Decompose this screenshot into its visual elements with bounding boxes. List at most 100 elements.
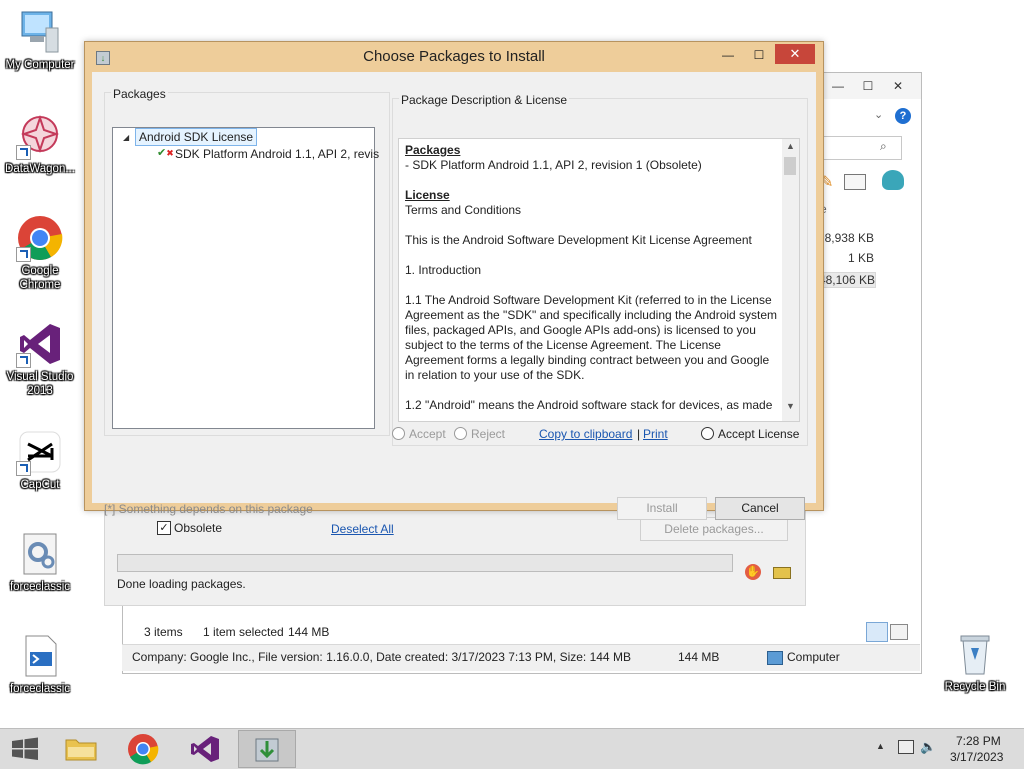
obsolete-checkbox[interactable]: ✓ <box>157 521 171 535</box>
copy-to-clipboard-link[interactable]: Copy to clipboard <box>539 427 632 441</box>
dependency-footnote: [*] Something depends on this package <box>104 502 313 516</box>
folder-icon <box>65 739 97 761</box>
link-separator: | <box>637 427 641 441</box>
deselect-all-link[interactable]: Deselect All <box>331 522 394 536</box>
packages-tree[interactable]: ◢ Android SDK License ✔✖ SDK Platform An… <box>112 127 379 429</box>
obsolete-label: Obsolete <box>174 521 223 535</box>
packages-label: Packages <box>111 87 168 101</box>
desktop-icon-label: Visual Studio 2013 <box>6 371 74 397</box>
clock-date[interactable]: 3/17/2023 <box>950 750 1003 764</box>
license-text-area[interactable]: Packages - SDK Platform Android 1.1, API… <box>398 138 800 422</box>
radio-circle <box>454 427 467 440</box>
license-para-3: 1.1 The Android Software Development Kit… <box>405 293 778 382</box>
taskbar-visual-studio[interactable] <box>180 730 230 768</box>
items-count: 3 items <box>144 625 183 639</box>
dialog-client: Packages ◢ Android SDK License ✔✖ SDK Pl… <box>92 72 816 520</box>
desktop-icon-forceclassic-1[interactable]: forceclassic <box>0 530 80 594</box>
search-box[interactable] <box>820 136 902 160</box>
print-link[interactable]: Print <box>643 427 668 441</box>
scroll-thumb[interactable] <box>784 157 796 175</box>
taskbar-sdk-manager[interactable] <box>238 730 296 768</box>
maximize-button[interactable]: ☐ <box>853 77 883 95</box>
scroll-up-icon[interactable]: ▲ <box>786 141 795 151</box>
radio-circle <box>392 427 405 440</box>
desktop-icon-label: Recycle Bin <box>944 681 1006 693</box>
status-size: 144 MB <box>678 650 720 664</box>
reject-label: Reject <box>471 427 506 441</box>
shortcut-arrow-icon <box>16 247 31 262</box>
network-icon[interactable] <box>898 740 914 754</box>
settings-file-icon <box>16 530 64 578</box>
help-icon[interactable]: ? <box>895 108 911 124</box>
large-icons-view-button[interactable] <box>890 624 908 640</box>
scroll-down-icon[interactable]: ▼ <box>786 401 795 411</box>
chevron-down-icon[interactable]: ⌄ <box>874 108 883 121</box>
email-icon[interactable] <box>844 174 866 190</box>
close-button[interactable]: ✕ <box>883 77 913 95</box>
chrome-icon <box>16 214 64 262</box>
shortcut-arrow-icon <box>16 145 31 160</box>
stop-icon[interactable]: ✋ <box>745 564 761 580</box>
selected-size: 144 MB <box>288 625 330 639</box>
desktop-icon-datawagon[interactable]: DataWagon... <box>0 112 80 176</box>
desktop-icon-google-chrome[interactable]: Google Chrome <box>0 214 80 292</box>
desktop-icon-label: forceclassic <box>9 581 71 593</box>
sdk-download-icon <box>255 738 279 762</box>
radio-circle <box>701 427 714 440</box>
vertical-scrollbar[interactable]: ▲ ▼ <box>782 139 799 421</box>
dialog-title: Choose Packages to Install <box>363 48 545 65</box>
log-icon[interactable] <box>773 567 791 579</box>
file-details: Company: Google Inc., File version: 1.16… <box>132 650 631 664</box>
shell-icon[interactable] <box>882 170 904 190</box>
desktop-icon-label: Google Chrome <box>19 265 61 291</box>
visual-studio-icon <box>16 320 64 368</box>
windows-logo-icon <box>12 737 38 760</box>
show-hidden-icons-icon[interactable]: ▲ <box>876 741 885 751</box>
maximize-button[interactable]: ☐ <box>746 46 772 64</box>
close-button[interactable]: ✕ <box>775 44 815 64</box>
license-para-4: 1.2 "Android" means the Android software… <box>405 398 773 412</box>
accept-license-radio[interactable]: Accept License <box>701 427 799 441</box>
desktop-icon-recycle-bin[interactable]: Recycle Bin <box>935 630 1015 694</box>
accept-radio[interactable]: Accept <box>392 427 446 441</box>
reject-radio[interactable]: Reject <box>454 427 505 441</box>
license-heading: License <box>405 188 450 202</box>
start-button[interactable] <box>0 730 50 768</box>
tree-root-item[interactable]: Android SDK License <box>135 128 258 146</box>
recycle-bin-icon <box>951 630 999 678</box>
volume-icon[interactable]: 🔈 <box>920 739 936 755</box>
install-button[interactable]: Install <box>617 497 707 520</box>
minimize-button[interactable]: — <box>823 77 853 95</box>
desktop-icon-label: DataWagon... <box>5 163 75 175</box>
explorer-status-bar: Company: Google Inc., File version: 1.16… <box>122 644 920 671</box>
delete-packages-button[interactable]: Delete packages... <box>640 517 788 541</box>
collapse-arrow-icon[interactable]: ◢ <box>123 133 129 142</box>
choose-packages-dialog: ↓ Choose Packages to Install — ☐ ✕ Packa… <box>84 41 824 520</box>
shortcut-arrow-icon <box>16 461 31 476</box>
desktop-icon-forceclassic-2[interactable]: forceclassic <box>0 632 80 696</box>
description-label: Package Description & License <box>399 93 570 107</box>
taskbar-chrome[interactable] <box>118 730 168 768</box>
cancel-button[interactable]: Cancel <box>715 497 805 520</box>
accept-label: Accept <box>409 427 446 441</box>
script-file-icon <box>16 632 64 680</box>
visual-studio-icon <box>191 736 219 762</box>
search-icon[interactable]: ⌕ <box>880 139 887 154</box>
status-text: Done loading packages. <box>117 577 246 591</box>
tree-child-item[interactable]: SDK Platform Android 1.1, API 2, revis <box>175 147 379 161</box>
desktop-icon-my-computer[interactable]: My Computer <box>0 8 80 72</box>
taskbar-file-explorer[interactable] <box>56 730 106 768</box>
details-view-button[interactable] <box>866 622 888 642</box>
packages-heading: Packages <box>405 143 461 157</box>
packages-text: - SDK Platform Android 1.1, API 2, revis… <box>405 158 702 172</box>
computer-icon <box>16 8 64 56</box>
minimize-button[interactable]: — <box>715 46 741 64</box>
desktop-icon-capcut[interactable]: CapCut <box>0 428 80 492</box>
accept-license-label: Accept License <box>718 427 800 441</box>
capcut-icon <box>16 428 64 476</box>
desktop-icon-visual-studio[interactable]: Visual Studio 2013 <box>0 320 80 398</box>
desktop-icon-label: forceclassic <box>9 683 71 695</box>
clock-time[interactable]: 7:28 PM <box>956 734 1001 748</box>
taskbar: ▲ 🔈 7:28 PM 3/17/2023 <box>0 728 1024 769</box>
chrome-icon <box>128 734 159 765</box>
